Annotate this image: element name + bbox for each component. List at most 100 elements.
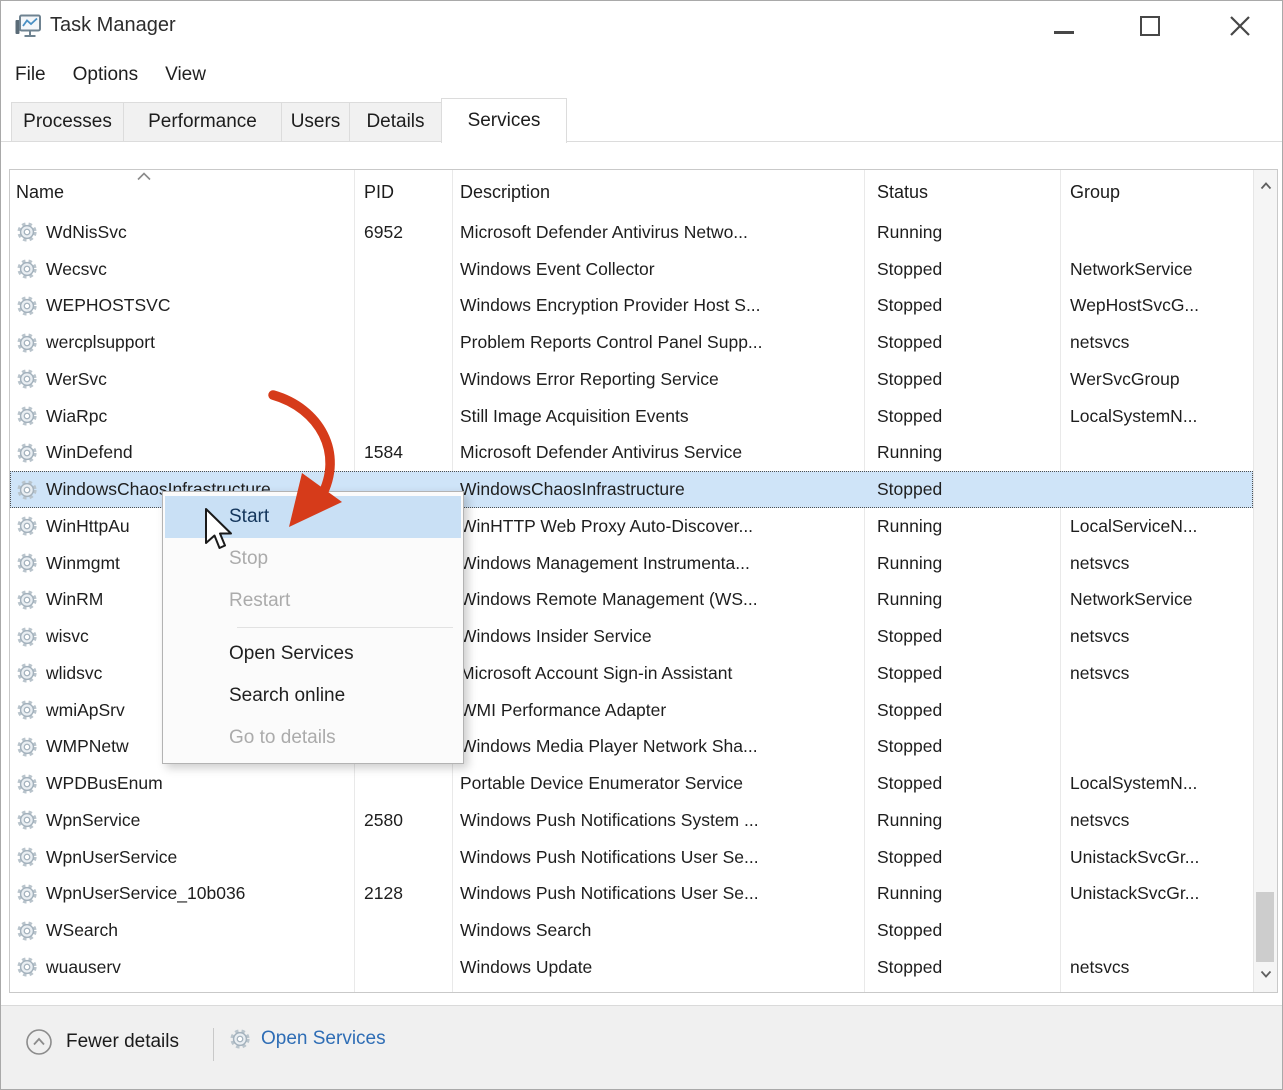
column-header-group[interactable]: Group [1070,182,1120,203]
service-status: Stopped [864,479,1060,500]
service-status: Stopped [864,847,1060,868]
table-row[interactable]: WdNisSvc 6952 Microsoft Defender Antivir… [10,214,1253,251]
context-menu-item-start[interactable]: Start [165,496,461,538]
service-group: netsvcs [1060,663,1253,684]
service-name: wlidsvc [46,663,102,684]
service-name: wuauserv [46,957,121,978]
table-row[interactable]: WinDefend 1584 Microsoft Defender Antivi… [10,435,1253,472]
service-group: UnistackSvcGr... [1060,883,1253,904]
service-name: WiaRpc [46,406,107,427]
service-status: Running [864,589,1060,610]
task-manager-window: Task Manager File Options View Processes… [0,0,1283,1090]
tab-services[interactable]: Services [441,98,567,143]
service-group: WepHostSvcG... [1060,295,1253,316]
close-icon [1229,15,1251,37]
context-menu-item-stop: Stop [163,538,463,580]
table-row[interactable]: WEPHOSTSVC Windows Encryption Provider H… [10,288,1253,325]
column-header-pid[interactable]: PID [364,182,394,203]
service-gear-icon [16,332,38,354]
service-pid: 1584 [354,442,452,463]
tab-details[interactable]: Details [349,102,442,142]
service-description: Microsoft Account Sign-in Assistant [452,663,864,684]
service-group: netsvcs [1060,957,1253,978]
service-description: Windows Push Notifications System ... [452,810,864,831]
service-gear-icon [16,589,38,611]
services-gear-icon [229,1028,251,1050]
service-description: Microsoft Defender Antivirus Netwo... [452,222,864,243]
service-group: WerSvcGroup [1060,369,1253,390]
table-row[interactable]: WiaRpc Still Image Acquisition Events St… [10,398,1253,435]
service-description: Windows Event Collector [452,259,864,280]
service-status: Stopped [864,259,1060,280]
service-description: WMI Performance Adapter [452,700,864,721]
table-row[interactable]: Wecsvc Windows Event Collector Stopped N… [10,251,1253,288]
table-row[interactable]: WSearch Windows Search Stopped [10,912,1253,949]
table-row[interactable]: WpnUserService Windows Push Notification… [10,839,1253,876]
column-header-name[interactable]: Name [16,182,64,203]
table-row[interactable]: WerSvc Windows Error Reporting Service S… [10,361,1253,398]
context-menu-item-search-online[interactable]: Search online [163,675,463,717]
service-gear-icon [16,956,38,978]
menu-file[interactable]: File [15,64,46,86]
service-gear-icon [16,883,38,905]
service-gear-icon [16,920,38,942]
tab-processes[interactable]: Processes [11,102,124,142]
window-title: Task Manager [50,14,176,37]
service-name: WEPHOSTSVC [46,295,170,316]
service-name: Winmgmt [46,553,120,574]
service-group: netsvcs [1060,553,1253,574]
service-gear-icon [16,736,38,758]
collapse-circle-icon [25,1028,53,1056]
vertical-scrollbar[interactable] [1253,170,1277,992]
context-menu-item-restart: Restart [163,580,463,622]
service-status: Running [864,442,1060,463]
service-group: LocalSystemN... [1060,773,1253,794]
open-services-link[interactable]: Open Services [229,1028,386,1050]
service-name: Wecsvc [46,259,107,280]
menu-options[interactable]: Options [73,64,138,86]
service-gear-icon [16,221,38,243]
service-gear-icon [16,368,38,390]
scroll-down-button[interactable] [1254,960,1277,988]
tab-performance[interactable]: Performance [123,102,282,142]
service-name: WSearch [46,920,118,941]
service-status: Running [864,516,1060,537]
service-description: Problem Reports Control Panel Supp... [452,332,864,353]
service-status: Stopped [864,369,1060,390]
service-name: WPDBusEnum [46,773,163,794]
maximize-button[interactable] [1127,7,1173,45]
column-header-description[interactable]: Description [460,182,550,203]
service-pid: 2128 [354,883,452,904]
minimize-button[interactable] [1041,7,1087,45]
service-gear-icon [16,626,38,648]
service-gear-icon [16,662,38,684]
service-status: Stopped [864,406,1060,427]
close-button[interactable] [1217,7,1263,45]
service-pid: 6952 [354,222,452,243]
service-status: Stopped [864,920,1060,941]
service-gear-icon [16,479,38,501]
fewer-details-button[interactable]: Fewer details [25,1028,179,1056]
scroll-up-button[interactable] [1254,172,1277,200]
service-status: Stopped [864,736,1060,757]
context-menu-item-go-to-details: Go to details [163,717,463,759]
table-row[interactable]: wuauserv Windows Update Stopped netsvcs [10,949,1253,986]
table-row[interactable]: wercplsupport Problem Reports Control Pa… [10,324,1253,361]
table-row[interactable]: WpnService 2580 Windows Push Notificatio… [10,802,1253,839]
service-description: Still Image Acquisition Events [452,406,864,427]
tab-users[interactable]: Users [281,102,350,142]
service-group: UnistackSvcGr... [1060,847,1253,868]
table-row[interactable]: WPDBusEnum Portable Device Enumerator Se… [10,765,1253,802]
service-name: WMPNetw [46,736,129,757]
service-description: Windows Error Reporting Service [452,369,864,390]
context-menu-item-open-services[interactable]: Open Services [163,633,463,675]
service-group: NetworkService [1060,259,1253,280]
service-name: wercplsupport [46,332,155,353]
service-status: Stopped [864,332,1060,353]
column-header-status[interactable]: Status [877,182,928,203]
table-row[interactable]: WpnUserService_10b036 2128 Windows Push … [10,876,1253,913]
service-gear-icon [16,846,38,868]
menu-view[interactable]: View [165,64,206,86]
scrollbar-thumb[interactable] [1256,892,1274,962]
service-name: WinHttpAu [46,516,130,537]
